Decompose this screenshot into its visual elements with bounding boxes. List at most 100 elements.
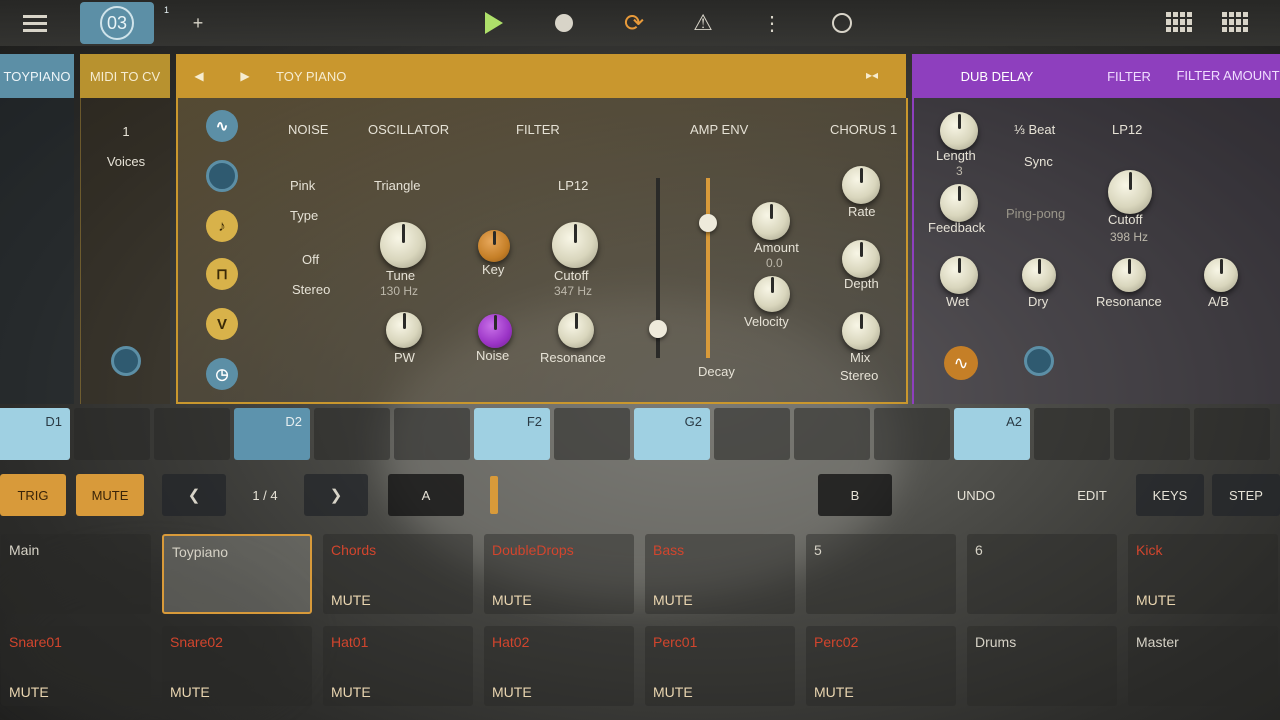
tab-filter-amount[interactable]: FILTER AMOUNT <box>1176 54 1280 98</box>
step-cell[interactable] <box>1194 408 1270 460</box>
step-cell[interactable]: D2 <box>234 408 310 460</box>
keys-button[interactable]: KEYS <box>1136 474 1204 516</box>
depth-knob[interactable] <box>842 240 880 278</box>
track-pad[interactable]: Master <box>1128 626 1278 706</box>
step-cell[interactable] <box>394 408 470 460</box>
record-icon[interactable] <box>552 8 576 38</box>
resonance-knob[interactable] <box>558 312 594 348</box>
tab-dub-delay[interactable]: DUB DELAY <box>912 54 1082 98</box>
step-cell[interactable]: A2 <box>954 408 1030 460</box>
pingpong-label[interactable]: Ping-pong <box>1006 206 1065 221</box>
step-cell[interactable] <box>74 408 150 460</box>
step-cell[interactable]: D1 <box>0 408 70 460</box>
metronome-icon[interactable]: ⚠ <box>690 8 716 38</box>
clock-icon[interactable]: ◷ <box>206 358 238 390</box>
step-cell[interactable] <box>1114 408 1190 460</box>
velocity-knob[interactable] <box>754 276 790 312</box>
track-pad[interactable]: Hat02 MUTE <box>484 626 634 706</box>
play-icon[interactable] <box>480 8 508 38</box>
step-cell[interactable] <box>714 408 790 460</box>
pw-knob[interactable] <box>386 312 422 348</box>
track-pad[interactable]: DoubleDrops MUTE <box>484 534 634 614</box>
tab-track-toypiano[interactable]: TOYPIANO <box>0 54 74 98</box>
step-cell[interactable] <box>874 408 950 460</box>
midi-output-port-icon[interactable] <box>111 346 141 376</box>
step-cell[interactable] <box>1034 408 1110 460</box>
track-pad[interactable]: Snare02 MUTE <box>162 626 312 706</box>
feedback-knob[interactable] <box>940 184 978 222</box>
velocity-icon[interactable]: V <box>206 308 238 340</box>
fx-port-icon[interactable] <box>1024 346 1054 376</box>
step-cell[interactable] <box>154 408 230 460</box>
trig-button[interactable]: TRIG <box>0 474 66 516</box>
next-page-button[interactable]: ❯ <box>304 474 368 516</box>
tempo-dial-icon[interactable] <box>828 8 856 38</box>
track-pad[interactable]: Bass MUTE <box>645 534 795 614</box>
noise-knob[interactable] <box>478 314 512 348</box>
amount-knob[interactable] <box>752 202 790 240</box>
scene-b-button[interactable]: B <box>818 474 892 516</box>
step-cell[interactable] <box>794 408 870 460</box>
pads-grid-icon[interactable] <box>1166 12 1192 32</box>
wet-knob[interactable] <box>940 256 978 294</box>
key-knob[interactable] <box>478 230 510 262</box>
scene-a-button[interactable]: A <box>388 474 464 516</box>
pattern-selector[interactable]: 1 03 <box>80 2 169 44</box>
tab-instrument[interactable]: ◀ ▶ TOY PIANO ▸◂ <box>176 54 906 98</box>
track-pad[interactable]: Drums <box>967 626 1117 706</box>
length-knob[interactable] <box>940 112 978 150</box>
prev-page-button[interactable]: ❮ <box>162 474 226 516</box>
fx-resonance-knob[interactable] <box>1112 258 1146 292</box>
rate-knob[interactable] <box>842 166 880 204</box>
mix-knob[interactable] <box>842 312 880 350</box>
add-pattern-icon[interactable]: + <box>188 8 208 38</box>
cutoff-knob[interactable] <box>552 222 598 268</box>
track-pad[interactable]: Hat01 MUTE <box>323 626 473 706</box>
track-pad[interactable]: Perc02 MUTE <box>806 626 956 706</box>
step-cell[interactable]: G2 <box>634 408 710 460</box>
oscillator-sine-icon[interactable]: ∿ <box>206 110 238 142</box>
filter-mode-value[interactable]: LP12 <box>558 178 588 193</box>
attack-fader-thumb[interactable] <box>649 320 667 338</box>
track-pad[interactable]: Kick MUTE <box>1128 534 1278 614</box>
voices-value[interactable]: 1 <box>81 124 171 139</box>
step-cell[interactable] <box>314 408 390 460</box>
sync-value[interactable]: ⅓ Beat <box>1014 122 1055 137</box>
noise-type-value[interactable]: Pink <box>290 178 315 193</box>
prev-preset-icon[interactable]: ◀ <box>176 69 222 83</box>
more-options-icon[interactable]: ⋮ <box>762 8 782 38</box>
decay-fader-thumb[interactable] <box>699 214 717 232</box>
fx-filter-mode[interactable]: LP12 <box>1112 122 1142 137</box>
playhead-marker[interactable] <box>490 476 498 514</box>
track-pad[interactable]: Toypiano <box>162 534 312 614</box>
mute-mode-button[interactable]: MUTE <box>76 474 144 516</box>
edit-button[interactable]: EDIT <box>1064 474 1120 516</box>
hamburger-menu-icon[interactable] <box>18 8 52 38</box>
step-cell[interactable]: F2 <box>474 408 550 460</box>
note-icon[interactable]: ♪ <box>206 210 238 242</box>
ab-knob[interactable] <box>1204 258 1238 292</box>
next-preset-icon[interactable]: ▶ <box>222 69 268 83</box>
dry-knob[interactable] <box>1022 258 1056 292</box>
tune-knob[interactable] <box>380 222 426 268</box>
track-pad[interactable]: Snare01 MUTE <box>1 626 151 706</box>
track-pad[interactable]: Chords MUTE <box>323 534 473 614</box>
tracks-grid-icon[interactable] <box>1222 12 1248 32</box>
step-button[interactable]: STEP <box>1212 474 1280 516</box>
osc-wave-value[interactable]: Triangle <box>374 178 420 193</box>
gate-icon[interactable]: ⊓ <box>206 258 238 290</box>
track-pad[interactable]: Perc01 MUTE <box>645 626 795 706</box>
decay-fader[interactable] <box>706 178 710 358</box>
input-port-icon[interactable] <box>206 160 238 192</box>
loop-icon[interactable]: ⟳ <box>620 8 648 38</box>
track-pad[interactable]: 6 <box>967 534 1117 614</box>
undo-button[interactable]: UNDO <box>934 474 1018 516</box>
step-cell[interactable] <box>554 408 630 460</box>
track-pad[interactable]: 5 <box>806 534 956 614</box>
tab-midi-to-cv[interactable]: MIDI TO CV <box>80 54 170 98</box>
tab-filter[interactable]: FILTER <box>1082 54 1176 98</box>
lfo-sine-icon[interactable]: ∿ <box>944 346 978 380</box>
fx-cutoff-knob[interactable] <box>1108 170 1152 214</box>
collapse-icon[interactable]: ▸◂ <box>866 68 878 82</box>
stereo-value[interactable]: Off <box>302 252 319 267</box>
